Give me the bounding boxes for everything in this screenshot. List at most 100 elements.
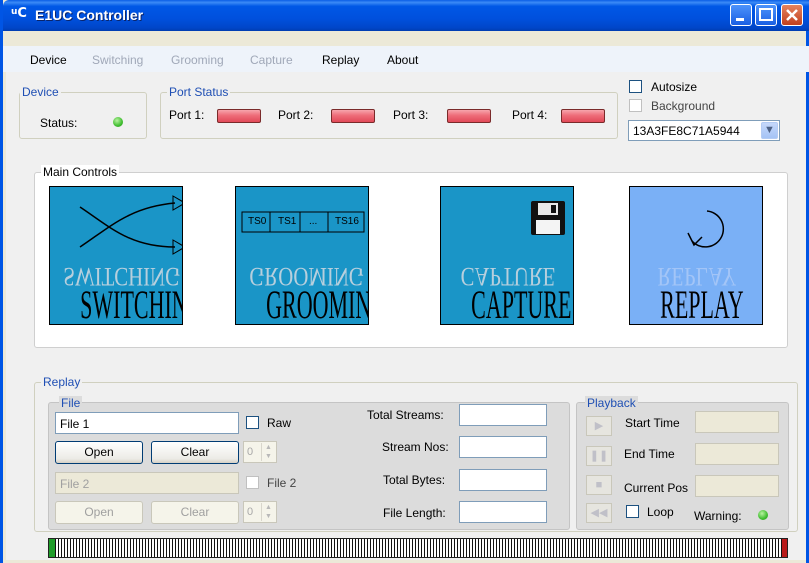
replay-progress-meter	[48, 538, 788, 558]
file2-input-placeholder: File 2	[60, 477, 90, 491]
port2-status-led	[331, 109, 375, 123]
stop-button[interactable]: ■	[586, 475, 612, 495]
menu-capture[interactable]: Capture	[250, 53, 293, 67]
loop-checkbox[interactable]	[626, 505, 639, 518]
replay-tile-label: REPLAY	[660, 282, 744, 325]
menu-switching[interactable]: Switching	[92, 53, 143, 67]
file2-checkbox[interactable]	[246, 476, 259, 489]
device-legend: Device	[20, 85, 61, 99]
port2-label: Port 2:	[278, 108, 314, 122]
file1-stream-spinner[interactable]: 0 ▲ ▼	[243, 441, 277, 463]
clear-file1-button[interactable]: Clear	[151, 441, 239, 464]
background-label: Background	[651, 99, 716, 113]
port4-label: Port 4:	[512, 108, 548, 122]
spinner-arrows-icon[interactable]: ▲ ▼	[261, 503, 275, 521]
file1-spinner-value: 0	[247, 446, 254, 458]
stop-icon: ■	[595, 479, 603, 491]
replay-legend: Replay	[41, 375, 83, 389]
file-legend: File	[59, 396, 83, 410]
autosize-label: Autosize	[651, 80, 698, 94]
end-time-field[interactable]	[695, 443, 779, 465]
file-length-field	[459, 501, 547, 523]
background-checkbox[interactable]	[629, 99, 642, 112]
grooming-tile-label: GROOMING	[266, 282, 368, 325]
chevron-down-icon[interactable]: ▼	[761, 122, 778, 139]
port4-status-led	[561, 109, 605, 123]
total-bytes-field	[459, 469, 547, 491]
open-file1-button[interactable]: Open	[55, 441, 143, 464]
rewind-button[interactable]: ◀◀	[586, 503, 612, 523]
warning-led	[758, 510, 768, 520]
play-icon: ▶	[594, 420, 604, 432]
raw-checkbox[interactable]	[246, 416, 259, 429]
file1-input[interactable]: File 1	[55, 412, 239, 434]
replay-tile-button[interactable]: REPLAY REPLAY	[629, 186, 763, 325]
raw-label: Raw	[267, 416, 292, 430]
warning-label: Warning:	[694, 509, 742, 523]
timeslot-16-label: TS16	[335, 216, 359, 227]
menu-replay[interactable]: Replay	[322, 53, 359, 67]
file2-checkbox-label: File 2	[267, 476, 297, 490]
menu-about[interactable]: About	[387, 53, 418, 67]
switching-tile-button[interactable]: SWITCHING SWITCHING	[49, 186, 183, 325]
total-bytes-label: Total Bytes:	[383, 473, 446, 487]
minimize-button[interactable]	[730, 4, 752, 26]
open-file2-button[interactable]: Open	[55, 501, 143, 524]
end-time-label: End Time	[624, 447, 675, 461]
spinner-arrows-icon[interactable]: ▲ ▼	[261, 443, 275, 461]
capture-tile-button[interactable]: CAPTURE CAPTURE	[440, 186, 574, 325]
file-length-label: File Length:	[383, 506, 446, 520]
port-status-legend: Port Status	[167, 85, 231, 99]
file1-input-value: File 1	[60, 417, 90, 431]
capture-tile-label: CAPTURE	[471, 282, 572, 325]
start-time-field[interactable]	[695, 411, 779, 433]
rewind-icon: ◀◀	[590, 507, 608, 519]
timeslot-gap-label: ...	[309, 216, 318, 227]
serial-select[interactable]: 13A3FE8C71A5944 ▼	[628, 120, 780, 141]
file2-spinner-value: 0	[247, 506, 254, 518]
current-pos-label: Current Pos	[624, 481, 689, 495]
timeslot-0-label: TS0	[248, 216, 267, 227]
device-status-led	[113, 117, 123, 127]
loop-label: Loop	[647, 505, 674, 519]
pause-button[interactable]: ❚❚	[586, 446, 612, 466]
playback-legend: Playback	[585, 396, 638, 410]
floppy-disk-icon	[531, 201, 565, 235]
meter-end-marker	[782, 539, 787, 557]
current-pos-field[interactable]	[695, 475, 779, 497]
serial-select-value: 13A3FE8C71A5944	[633, 124, 740, 138]
close-button[interactable]	[781, 4, 803, 26]
maximize-button[interactable]	[755, 4, 777, 26]
close-icon	[786, 9, 798, 21]
app-window: uC E1UC Controller Device Switching Groo…	[0, 0, 809, 563]
port3-label: Port 3:	[393, 108, 429, 122]
port3-status-led	[447, 109, 491, 123]
clear-file2-button[interactable]: Clear	[151, 501, 239, 524]
total-streams-label: Total Streams:	[367, 408, 444, 422]
menu-bar: Device Switching Grooming Capture Replay…	[3, 46, 809, 72]
autosize-checkbox[interactable]	[629, 80, 642, 93]
title-bar[interactable]: uC E1UC Controller	[3, 0, 809, 31]
app-logo-icon: uC	[11, 6, 27, 21]
stream-nos-field	[459, 436, 547, 458]
status-label: Status:	[40, 116, 78, 130]
menu-grooming[interactable]: Grooming	[171, 53, 224, 67]
stream-nos-label: Stream Nos:	[382, 440, 449, 454]
grooming-tile-button[interactable]: TS0 TS1 ... TS16 GROOMING GROOMING	[235, 186, 369, 325]
maximize-icon	[759, 8, 773, 21]
meter-start-marker	[49, 539, 55, 557]
total-streams-field	[459, 404, 547, 426]
port-status-group: Port Status Port 1: Port 2: Port 3: Port…	[160, 85, 618, 139]
switching-tile-label: SWITCHING	[80, 282, 182, 325]
menu-device[interactable]: Device	[30, 53, 67, 67]
minimize-icon	[736, 18, 744, 21]
replay-circular-arrow-icon	[687, 210, 725, 248]
file2-stream-spinner[interactable]: 0 ▲ ▼	[243, 501, 277, 523]
port1-label: Port 1:	[169, 108, 205, 122]
main-controls-legend: Main Controls	[41, 165, 120, 179]
start-time-label: Start Time	[625, 416, 680, 430]
device-group: Device Status:	[19, 85, 147, 139]
pause-icon: ❚❚	[589, 450, 609, 462]
play-button[interactable]: ▶	[586, 416, 612, 436]
file2-input[interactable]: File 2	[55, 472, 239, 494]
